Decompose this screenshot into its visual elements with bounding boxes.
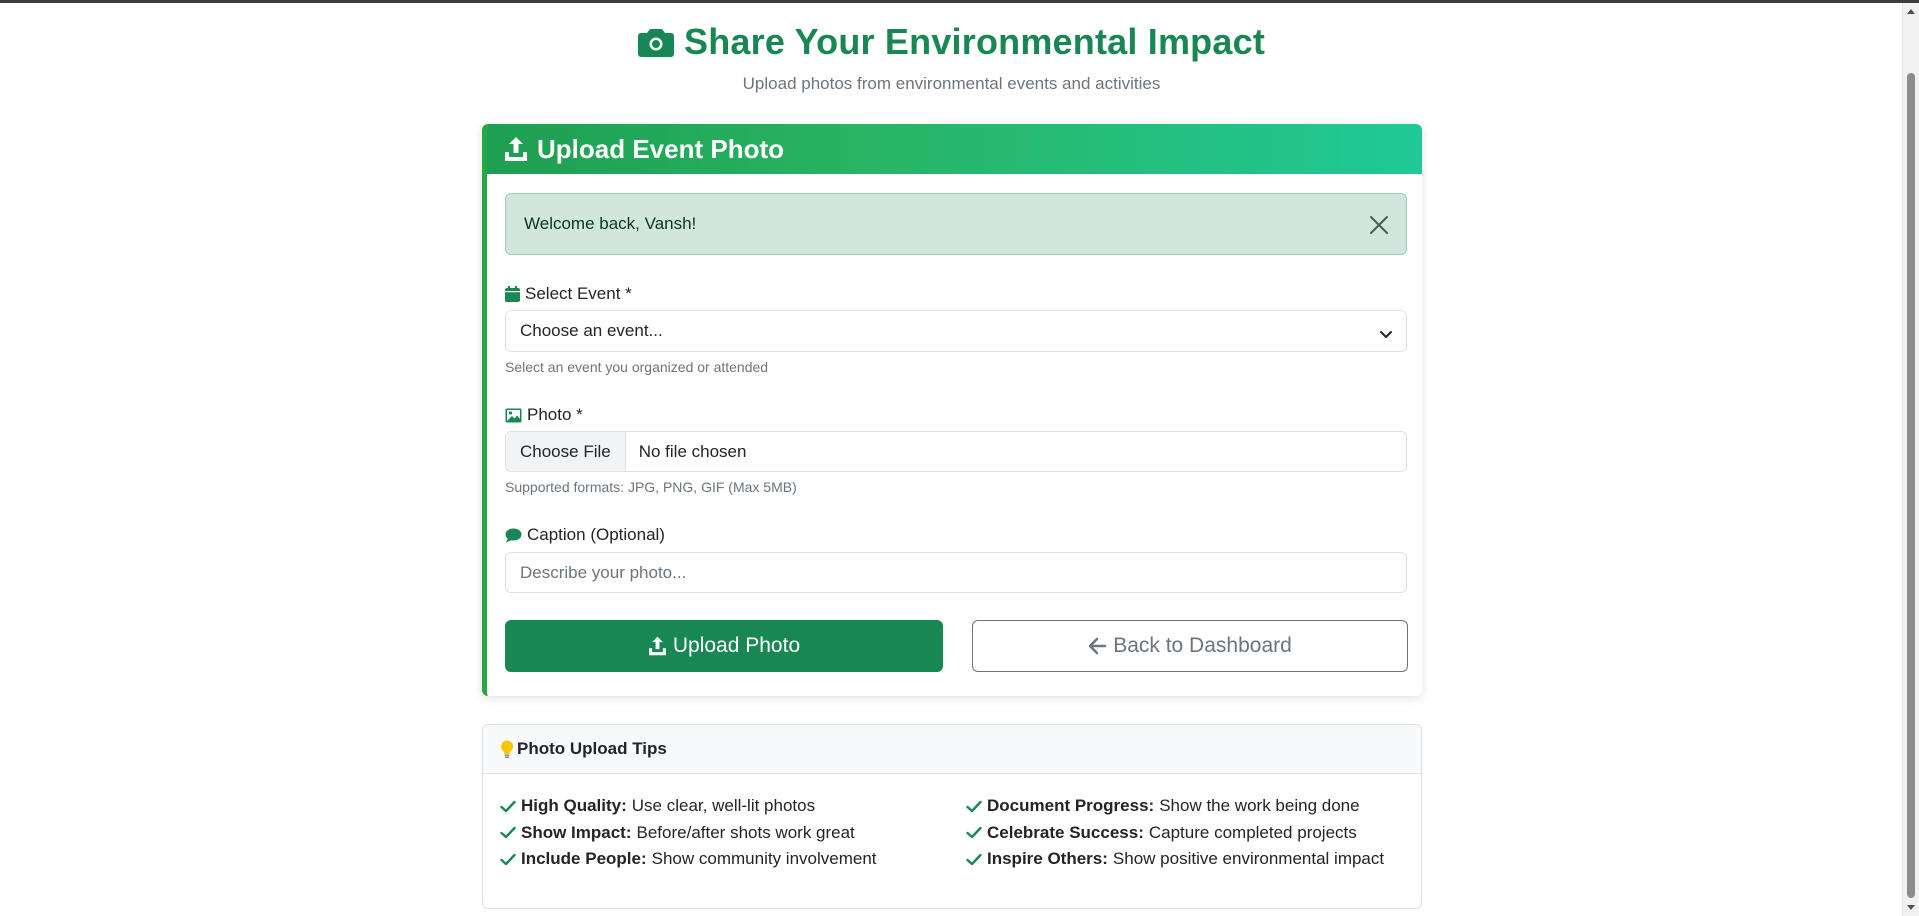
check-icon [500,853,516,866]
check-icon [966,853,982,866]
photo-file-input[interactable]: Choose File No file chosen [505,431,1407,472]
camera-icon [637,24,674,66]
tips-right-column: Document Progress: Show the work being do… [966,793,1384,873]
event-help-text: Select an event you organized or attende… [505,359,769,375]
tip-item: High Quality: Use clear, well-lit photos [500,793,877,820]
file-chosen-text: No file chosen [638,441,747,461]
page-subtitle: Upload photos from environmental events … [742,74,1161,93]
upload-photo-button[interactable]: Upload Photo [505,620,943,672]
comment-icon [505,528,522,543]
caption-label: Caption (Optional) [505,525,665,545]
arrow-left-icon [1088,637,1107,655]
event-select-value: Choose an event... [520,321,663,340]
upload-icon [648,636,667,656]
tips-title: Photo Upload Tips [517,739,667,758]
lightbulb-icon [500,740,514,759]
image-icon [505,408,522,423]
photo-help-text: Supported formats: JPG, PNG, GIF (Max 5M… [505,479,797,495]
scroll-down-arrow[interactable] [1907,905,1915,910]
tip-item: Inspire Others: Show positive environment… [966,846,1384,873]
caption-input[interactable] [505,552,1407,593]
alert-message: Welcome back, Vansh! [524,214,697,233]
welcome-alert: Welcome back, Vansh! [505,193,1407,255]
upload-icon [504,136,528,162]
calendar-icon [505,286,520,302]
tips-left-column: High Quality: Use clear, well-lit photos … [500,793,877,873]
page: Share Your Environmental Impact Upload p… [0,3,1903,916]
vertical-scrollbar[interactable] [1902,3,1919,916]
tip-item: Document Progress: Show the work being do… [966,793,1384,820]
tips-header: Photo Upload Tips [483,725,1421,774]
choose-file-button[interactable]: Choose File [506,432,626,471]
back-to-dashboard-button[interactable]: Back to Dashboard [972,620,1408,672]
photo-label: Photo * [505,405,583,425]
close-icon[interactable] [1368,214,1390,236]
check-icon [500,800,516,813]
upload-card: Upload Event Photo Welcome back, Vansh! … [482,124,1422,696]
tip-item: Include People: Show community involvemen… [500,846,877,873]
tip-item: Show Impact: Before/after shots work grea… [500,820,877,847]
upload-card-header: Upload Event Photo [487,124,1422,174]
scroll-up-arrow[interactable] [1907,9,1915,14]
page-title-text: Share Your Environmental Impact [683,21,1266,62]
check-icon [966,826,982,839]
scrollbar-thumb[interactable] [1907,73,1915,898]
page-title: Share Your Environmental Impact [0,21,1903,66]
event-label: Select Event * [505,284,632,304]
event-select[interactable]: Choose an event... [505,310,1407,352]
tips-card: Photo Upload Tips High Quality: Use clear… [482,724,1422,909]
tip-item: Celebrate Success: Capture completed proj… [966,820,1384,847]
chevron-down-icon [1379,325,1393,345]
check-icon [966,800,982,813]
upload-card-title: Upload Event Photo [537,133,784,164]
check-icon [500,826,516,839]
